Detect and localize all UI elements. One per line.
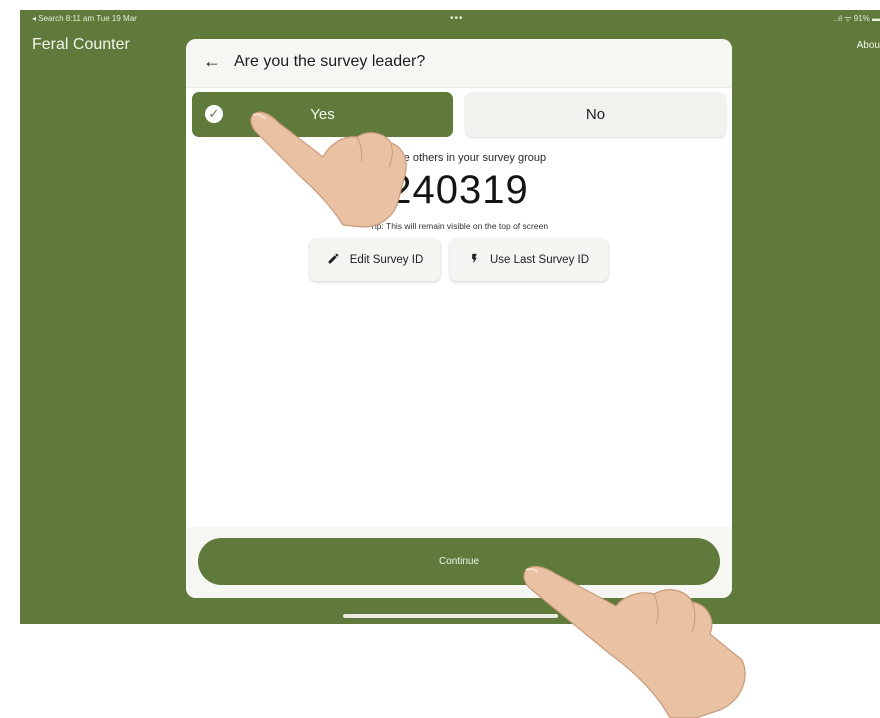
pointing-hand-icon <box>523 565 746 718</box>
tablet-screen: ◂ Search 8:11 am Tue 19 Mar ••• ..ıl ᯤ 9… <box>20 10 880 624</box>
edit-survey-id-button[interactable]: Edit Survey ID <box>310 239 440 281</box>
no-label: No <box>585 106 606 123</box>
status-left[interactable]: ◂ Search 8:11 am Tue 19 Mar <box>32 10 137 28</box>
no-option-button[interactable]: No <box>465 92 726 137</box>
edit-survey-id-label: Edit Survey ID <box>349 254 424 266</box>
use-last-survey-id-label: Use Last Survey ID <box>489 254 590 266</box>
app-title: Feral Counter <box>32 36 130 53</box>
pointing-hand-icon <box>250 111 407 228</box>
status-bar: ◂ Search 8:11 am Tue 19 Mar ••• ..ıl ᯤ 9… <box>20 10 880 28</box>
multitasking-dots[interactable]: ••• <box>450 10 464 28</box>
lightning-icon <box>469 252 480 268</box>
dialog-header: ← Are you the survey leader? <box>186 39 732 88</box>
pencil-icon <box>327 252 340 268</box>
about-link[interactable]: Abou <box>857 40 880 51</box>
dialog-title: Are you the survey leader? <box>234 53 426 70</box>
use-last-survey-id-button[interactable]: Use Last Survey ID <box>450 239 608 281</box>
status-right: ..ıl ᯤ 91% ▬ <box>833 14 880 23</box>
check-circle-icon: ✓ <box>205 105 223 123</box>
back-arrow-icon[interactable]: ← <box>203 51 221 72</box>
